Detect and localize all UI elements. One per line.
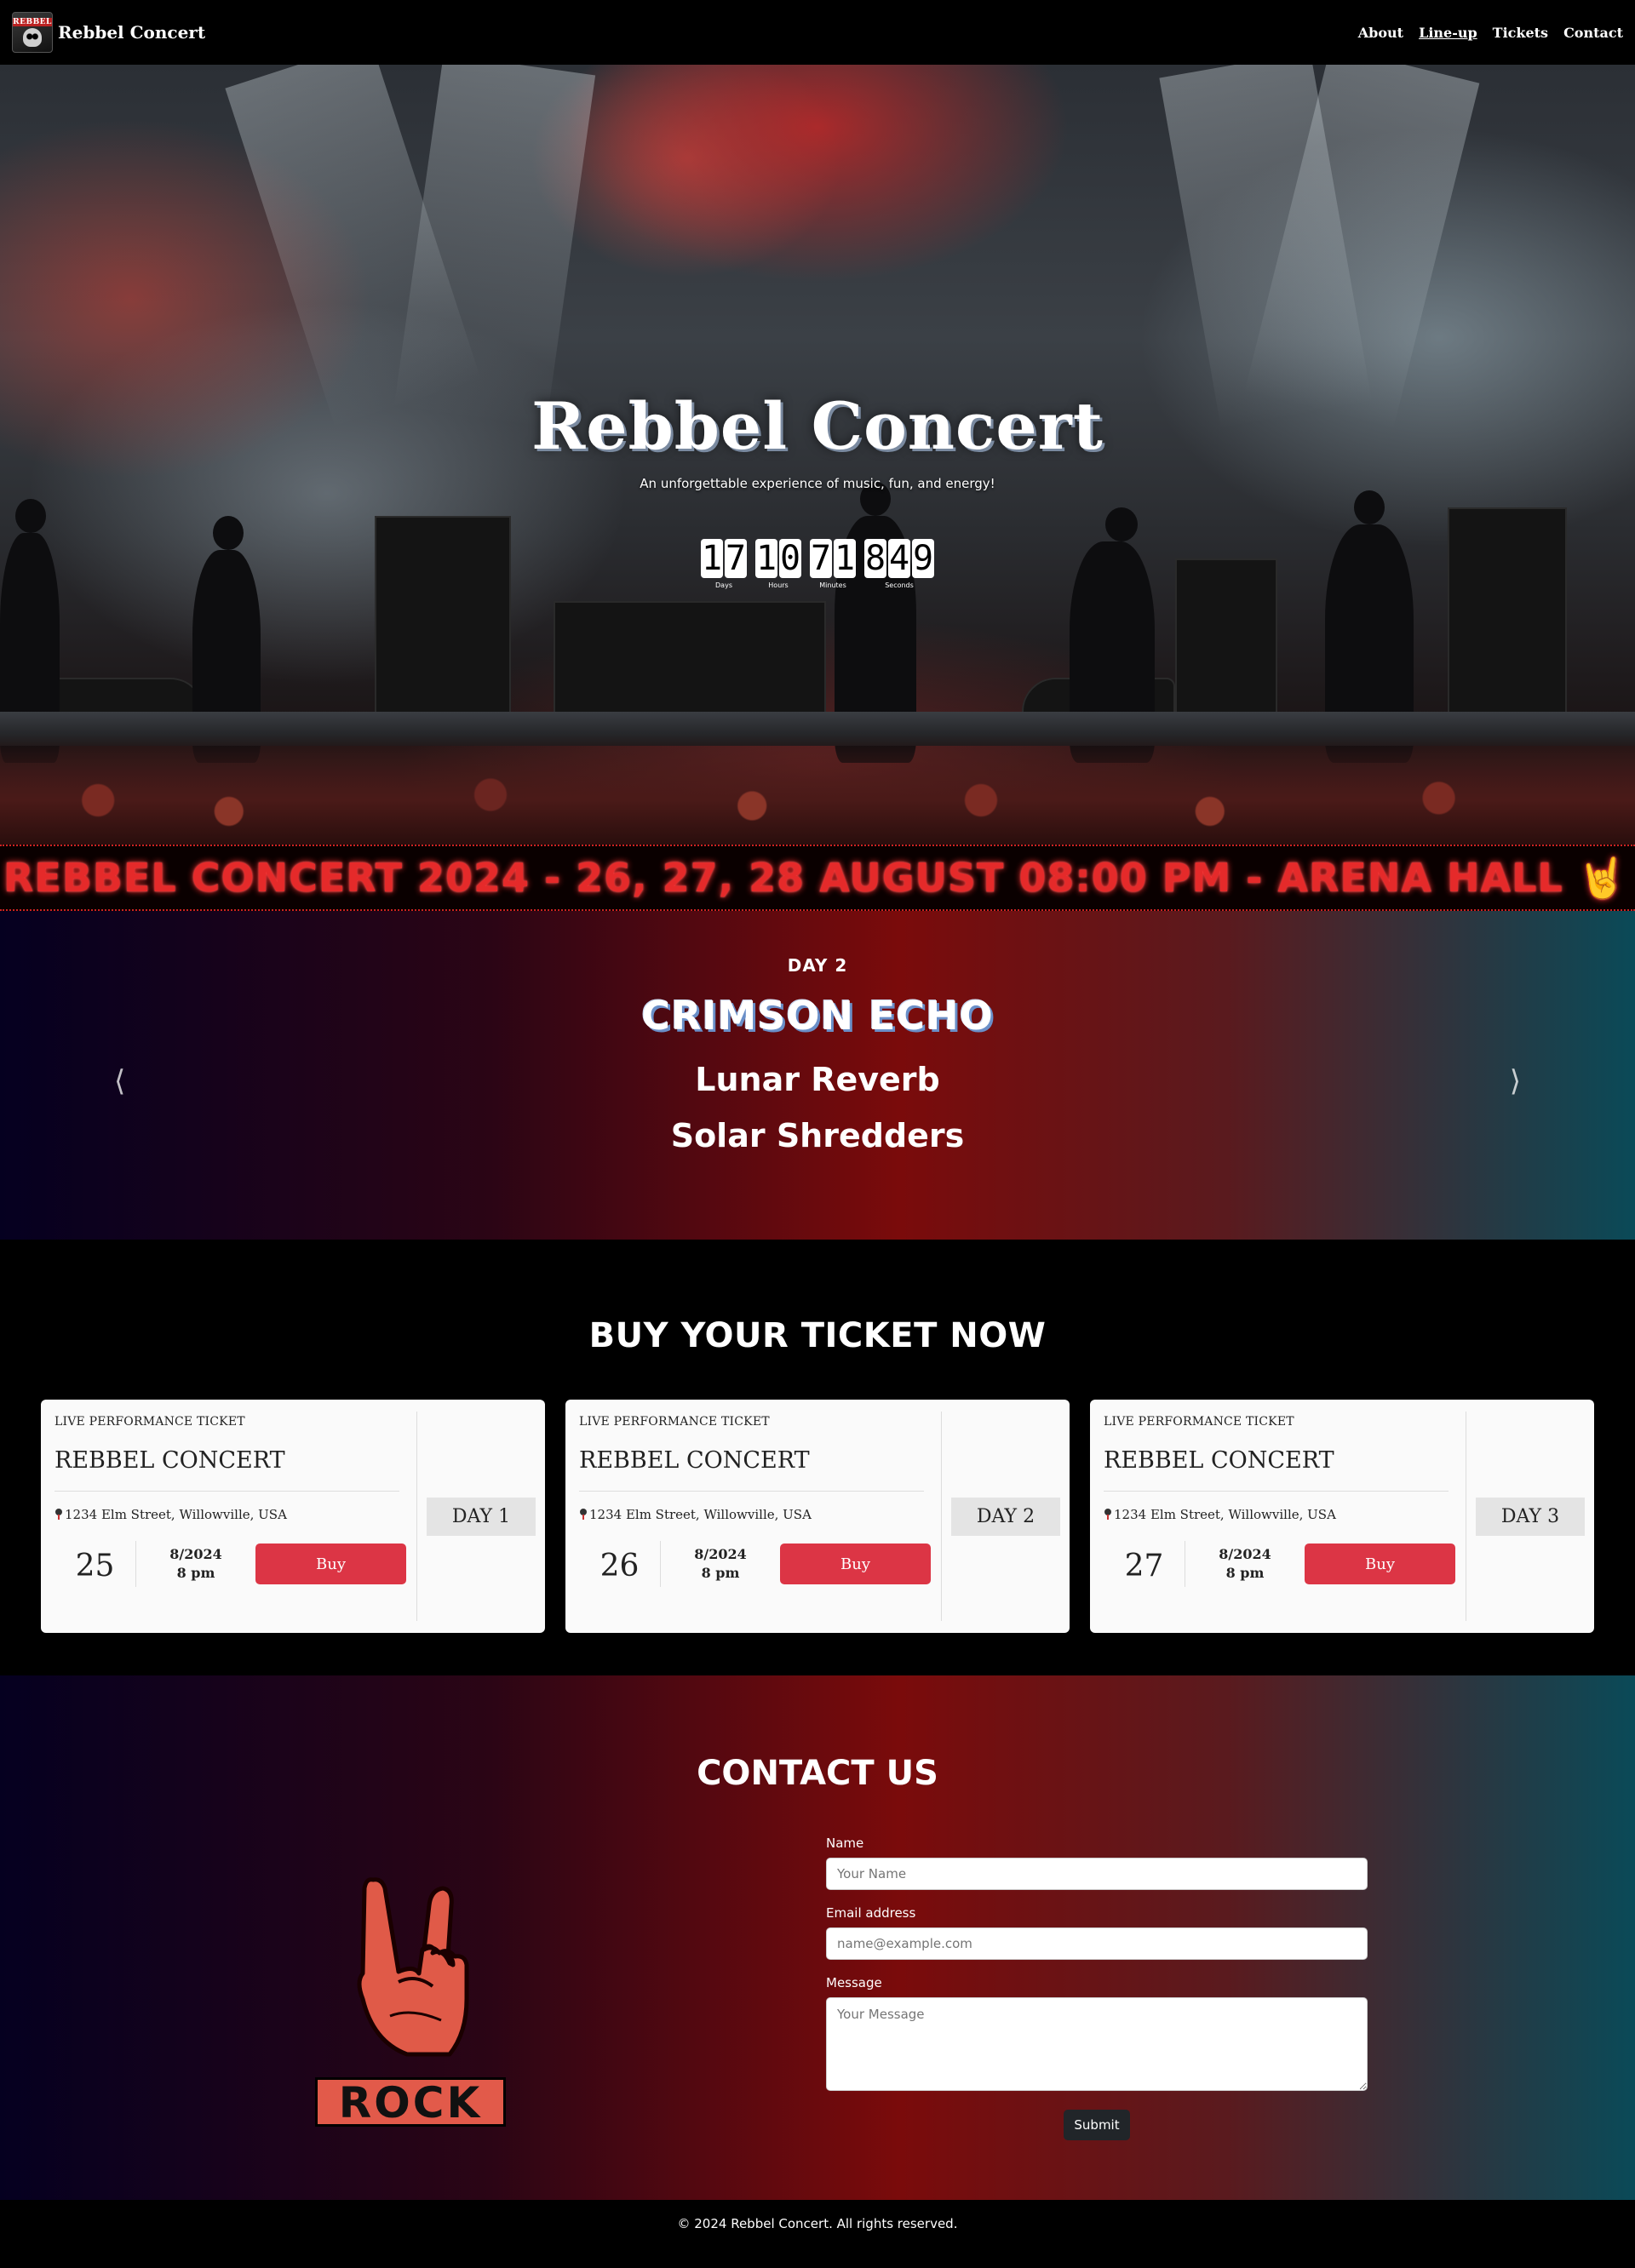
countdown-hours: 1 0 Hours [755, 539, 801, 589]
ticket-kicker: LIVE PERFORMANCE TICKET [1104, 1415, 1294, 1429]
brand-link[interactable]: REBBEL Rebbel Concert [12, 12, 205, 53]
countdown-digit: 7 [725, 539, 747, 578]
countdown-label: Hours [768, 581, 789, 589]
nav-link-tickets[interactable]: Tickets [1493, 25, 1548, 41]
navbar: REBBEL Rebbel Concert About Line-up Tick… [0, 0, 1635, 65]
hero-title: Rebbel Concert [531, 388, 1104, 464]
countdown-label: Seconds [885, 581, 914, 589]
submit-button[interactable]: Submit [1064, 2110, 1130, 2140]
map-pin-icon [54, 1509, 63, 1521]
ticket-time: 8 pm [176, 1565, 215, 1581]
chevron-right-icon[interactable]: ⟩ [1510, 1064, 1521, 1098]
buy-ticket-button[interactable]: Buy [780, 1544, 931, 1584]
countdown-timer: 1 7 Days 1 0 Hours 7 1 Minutes 8 4 9 Sec… [0, 539, 1635, 589]
email-field[interactable] [826, 1927, 1368, 1960]
ticket-card: LIVE PERFORMANCE TICKET REBBEL CONCERT 1… [565, 1400, 1070, 1633]
contact-heading: CONTACT US [697, 1754, 938, 1793]
lineup-day-label: DAY 2 [787, 955, 848, 976]
ticket-location: 1234 Elm Street, Willowville, USA [589, 1507, 812, 1522]
lineup-band: Lunar Reverb [695, 1061, 940, 1098]
buy-ticket-button[interactable]: Buy [1305, 1544, 1455, 1584]
countdown-digit: 1 [834, 539, 856, 578]
ticket-title: REBBEL CONCERT [579, 1447, 810, 1474]
lineup-carousel: DAY 2 CRIMSON ECHO Lunar Reverb Solar Sh… [0, 911, 1635, 1240]
tickets-section: BUY YOUR TICKET NOW LIVE PERFORMANCE TIC… [0, 1240, 1635, 1675]
countdown-digit: 4 [888, 539, 910, 578]
ticket-kicker: LIVE PERFORMANCE TICKET [54, 1415, 245, 1429]
ticket-day-badge: DAY 1 [426, 1497, 536, 1536]
ticket-month-year: 8/2024 [169, 1546, 222, 1562]
hero-section: Rebbel Concert An unforgettable experien… [0, 65, 1635, 845]
nav-link-lineup[interactable]: Line-up [1419, 25, 1477, 41]
announcement-marquee: REBBEL CONCERT 2024 - 26, 27, 28 AUGUST … [0, 845, 1635, 911]
countdown-days: 1 7 Days [701, 539, 747, 589]
ticket-list: LIVE PERFORMANCE TICKET REBBEL CONCERT 1… [41, 1400, 1594, 1633]
ticket-location: 1234 Elm Street, Willowville, USA [65, 1507, 287, 1522]
ticket-card: LIVE PERFORMANCE TICKET REBBEL CONCERT 1… [41, 1400, 545, 1633]
logo-text: REBBEL [13, 18, 52, 26]
countdown-minutes: 7 1 Minutes [810, 539, 856, 589]
nav-link-about[interactable]: About [1358, 25, 1403, 41]
contact-form: Name Email address Message Submit [826, 1836, 1368, 2140]
ticket-day-badge: DAY 3 [1475, 1497, 1586, 1536]
countdown-digit: 0 [779, 539, 801, 578]
hero-content: Rebbel Concert An unforgettable experien… [0, 388, 1635, 589]
ticket-title: REBBEL CONCERT [54, 1447, 285, 1474]
message-field[interactable] [826, 1997, 1368, 2091]
chevron-left-icon[interactable]: ⟨ [114, 1064, 125, 1098]
brand-name: Rebbel Concert [58, 22, 206, 43]
footer: © 2024 Rebbel Concert. All rights reserv… [0, 2200, 1635, 2261]
countdown-digit: 1 [755, 539, 777, 578]
rock-hand-illustration: ROCK [315, 1871, 511, 2127]
ticket-time: 8 pm [701, 1565, 740, 1581]
lineup-headliner: CRIMSON ECHO [641, 993, 994, 1039]
ticket-kicker: LIVE PERFORMANCE TICKET [579, 1415, 770, 1429]
ticket-day-number: 26 [579, 1541, 661, 1587]
tickets-heading: BUY YOUR TICKET NOW [588, 1316, 1047, 1355]
message-label: Message [826, 1975, 882, 1990]
footer-copyright: © 2024 Rebbel Concert. All rights reserv… [677, 2216, 958, 2231]
countdown-label: Days [715, 581, 732, 589]
ticket-time: 8 pm [1225, 1565, 1265, 1581]
name-field[interactable] [826, 1858, 1368, 1890]
rock-label: ROCK [315, 2077, 506, 2127]
ticket-day-number: 27 [1104, 1541, 1185, 1587]
countdown-seconds: 8 4 9 Seconds [864, 539, 934, 589]
marquee-text: REBBEL CONCERT 2024 - 26, 27, 28 AUGUST … [3, 854, 1635, 901]
ticket-location: 1234 Elm Street, Willowville, USA [1114, 1507, 1336, 1522]
name-label: Name [826, 1836, 864, 1851]
hero-subtitle: An unforgettable experience of music, fu… [640, 476, 995, 491]
map-pin-icon [579, 1509, 588, 1521]
ticket-month-year: 8/2024 [1219, 1546, 1271, 1562]
countdown-digit: 7 [810, 539, 832, 578]
skull-logo-icon: REBBEL [12, 12, 53, 53]
contact-section: CONTACT US ROCK Name Email address Messa… [0, 1675, 1635, 2200]
ticket-day-number: 25 [54, 1541, 136, 1587]
lineup-band: Solar Shredders [670, 1117, 965, 1154]
nav-links: About Line-up Tickets Contact [1358, 25, 1623, 41]
map-pin-icon [1104, 1509, 1112, 1521]
nav-link-contact[interactable]: Contact [1563, 25, 1623, 41]
ticket-card: LIVE PERFORMANCE TICKET REBBEL CONCERT 1… [1090, 1400, 1594, 1633]
email-label: Email address [826, 1905, 916, 1921]
countdown-digit: 9 [912, 539, 934, 578]
countdown-digit: 1 [701, 539, 723, 578]
buy-ticket-button[interactable]: Buy [255, 1544, 406, 1584]
countdown-digit: 8 [864, 539, 886, 578]
ticket-day-badge: DAY 2 [950, 1497, 1061, 1536]
ticket-month-year: 8/2024 [694, 1546, 747, 1562]
countdown-label: Minutes [819, 581, 846, 589]
ticket-title: REBBEL CONCERT [1104, 1447, 1334, 1474]
rock-hand-icon [357, 1877, 469, 2057]
